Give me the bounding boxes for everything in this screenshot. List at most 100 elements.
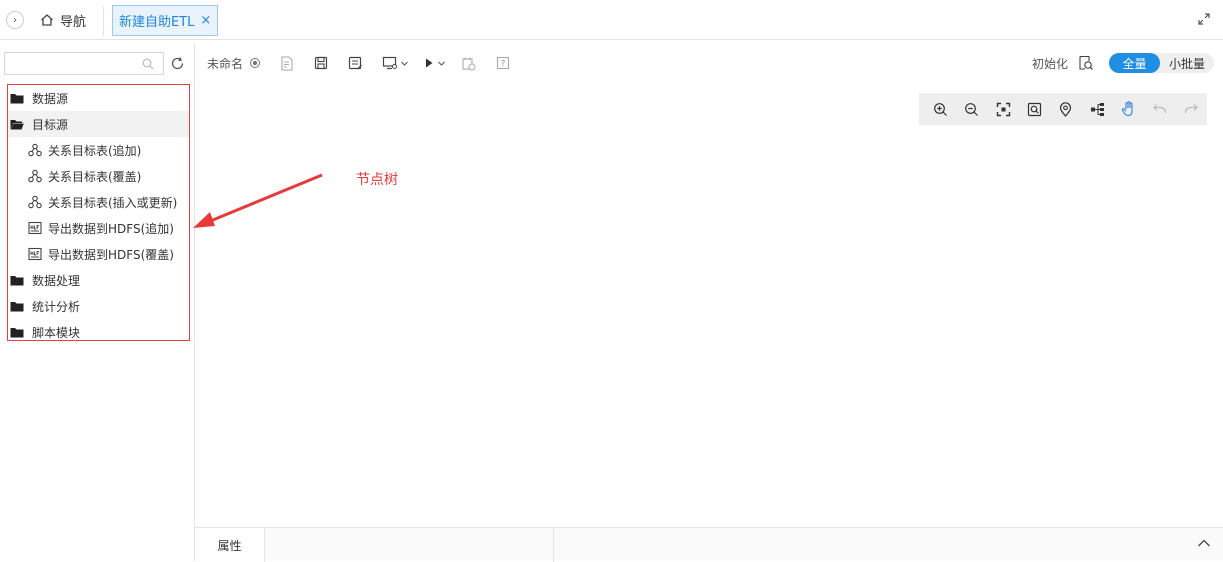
fit-view-button[interactable] — [988, 93, 1019, 125]
folder-open-icon — [10, 119, 24, 130]
etl-toolbar: 未命名 ? 初始化 全量 小批量 — [196, 44, 1223, 82]
tab-divider — [103, 6, 104, 36]
refresh-icon — [171, 56, 183, 69]
properties-doc-button[interactable] — [280, 54, 294, 72]
tree-folder[interactable]: 数据源 — [8, 85, 189, 111]
fullscreen-icon — [1198, 13, 1210, 25]
search-input[interactable] — [4, 52, 164, 75]
tree-node-label: 脚本模块 — [32, 325, 81, 340]
relation-icon — [28, 143, 42, 157]
undo-icon — [1153, 104, 1167, 114]
view-dropdown[interactable] — [382, 54, 409, 72]
schedule-button[interactable] — [461, 54, 476, 72]
play-icon — [426, 58, 433, 68]
help-icon: ? — [496, 56, 510, 70]
undo-button[interactable] — [1144, 93, 1175, 125]
fullscreen-button[interactable] — [1197, 12, 1211, 30]
chevron-down-icon — [438, 61, 445, 66]
tree-leaf-node[interactable]: 导出数据到HDFS(覆盖) — [8, 241, 189, 267]
flow-name-label: 未命名 — [207, 56, 244, 71]
node-sidebar: 数据源目标源关系目标表(追加) 关系目标表(覆盖) 关系目标表(插入或更新) 导出数据… — [0, 44, 195, 561]
annotation-arrow — [193, 173, 323, 228]
tree-node-label: 数据源 — [32, 91, 69, 106]
search-square-icon — [1028, 102, 1042, 116]
radio-dot-icon — [250, 58, 261, 68]
zoom-in-icon — [934, 102, 948, 116]
zoom-out-icon — [965, 102, 979, 116]
flow-name[interactable]: 未命名 — [207, 54, 261, 72]
node-tree: 数据源目标源关系目标表(追加) 关系目标表(覆盖) 关系目标表(插入或更新) 导出数据… — [7, 84, 190, 341]
tree-node-label: 关系目标表(追加) — [48, 143, 142, 158]
preview-search-icon — [1079, 55, 1093, 70]
tree-node-label: 统计分析 — [32, 299, 81, 314]
tree-node-label: 关系目标表(插入或更新) — [48, 195, 178, 210]
annotation-label: 节点树 — [356, 172, 398, 188]
schedule-icon — [462, 57, 476, 70]
document-settings-icon — [281, 55, 293, 71]
save-button[interactable] — [314, 54, 328, 72]
tree-leaf-node[interactable]: 关系目标表(覆盖) — [8, 163, 189, 189]
relation-icon — [28, 169, 42, 183]
tab-new-etl-label: 新建自助ETL — [119, 15, 195, 30]
save-as-button[interactable] — [348, 54, 363, 72]
tree-node-label: 导出数据到HDFS(追加) — [48, 221, 174, 236]
save-icon — [314, 56, 328, 70]
hdfs-icon — [28, 247, 42, 261]
bottom-panel: 属性 — [195, 527, 1223, 562]
tree-folder[interactable]: 脚本模块 — [8, 319, 189, 340]
monitor-icon — [382, 56, 397, 70]
pan-button[interactable] — [1113, 93, 1144, 125]
init-button[interactable]: 初始化 — [1032, 54, 1068, 72]
refresh-button[interactable] — [168, 54, 186, 72]
tree-node-label: 目标源 — [32, 117, 69, 132]
actual-size-button[interactable] — [1019, 93, 1050, 125]
folder-icon — [10, 301, 24, 312]
tab-new-etl[interactable]: 新建自助ETL × — [112, 5, 219, 36]
chevron-down-icon — [401, 61, 408, 66]
redo-button[interactable] — [1176, 93, 1207, 125]
tree-leaf-node[interactable]: 关系目标表(追加) — [8, 137, 189, 163]
tab-properties[interactable]: 属性 — [195, 528, 265, 562]
tree-folder[interactable]: 目标源 — [8, 111, 189, 137]
chevron-up-icon — [1198, 539, 1210, 547]
preview-button[interactable] — [1078, 54, 1094, 72]
zoom-in-button[interactable] — [925, 93, 956, 125]
search-icon — [142, 58, 154, 70]
home-icon — [41, 14, 53, 26]
bottom-divider — [553, 528, 554, 562]
folder-icon — [10, 275, 24, 286]
tab-navigation-label: 导航 — [60, 14, 87, 30]
locate-button[interactable] — [1050, 93, 1081, 125]
save-as-icon — [348, 56, 362, 70]
tab-bar: › 导航 新建自助ETL × — [0, 0, 1223, 40]
auto-layout-button[interactable] — [1082, 93, 1113, 125]
mode-full-option[interactable]: 全量 — [1109, 53, 1160, 73]
mode-batch-option[interactable]: 小批量 — [1160, 53, 1214, 73]
run-dropdown[interactable] — [424, 54, 446, 72]
folder-icon — [10, 327, 24, 338]
expand-panel-button[interactable] — [1197, 537, 1211, 551]
close-icon[interactable]: × — [200, 13, 211, 28]
load-mode-toggle[interactable]: 全量 小批量 — [1109, 53, 1214, 73]
expand-sidebar-button[interactable]: › — [6, 11, 24, 29]
redo-icon — [1184, 104, 1198, 114]
tree-leaf-node[interactable]: 导出数据到HDFS(追加) — [8, 215, 189, 241]
tree-folder[interactable]: 数据处理 — [8, 267, 189, 293]
relation-icon — [28, 195, 42, 209]
svg-text:?: ? — [501, 60, 506, 70]
tab-navigation[interactable]: 导航 — [40, 8, 86, 32]
tree-node-label: 导出数据到HDFS(覆盖) — [48, 247, 174, 262]
tree-folder[interactable]: 统计分析 — [8, 293, 189, 319]
tree-layout-icon — [1090, 102, 1104, 116]
folder-icon — [10, 93, 24, 104]
tree-node-label: 关系目标表(覆盖) — [48, 169, 142, 184]
help-button[interactable]: ? — [496, 54, 510, 72]
location-pin-icon — [1060, 101, 1072, 117]
tree-node-label: 数据处理 — [32, 273, 81, 288]
hand-icon — [1122, 101, 1133, 117]
canvas-toolbar — [919, 93, 1207, 125]
tree-leaf-node[interactable]: 关系目标表(插入或更新) — [8, 189, 189, 215]
chevron-right-icon: › — [13, 14, 17, 26]
fit-view-icon — [996, 102, 1011, 116]
zoom-out-button[interactable] — [956, 93, 987, 125]
